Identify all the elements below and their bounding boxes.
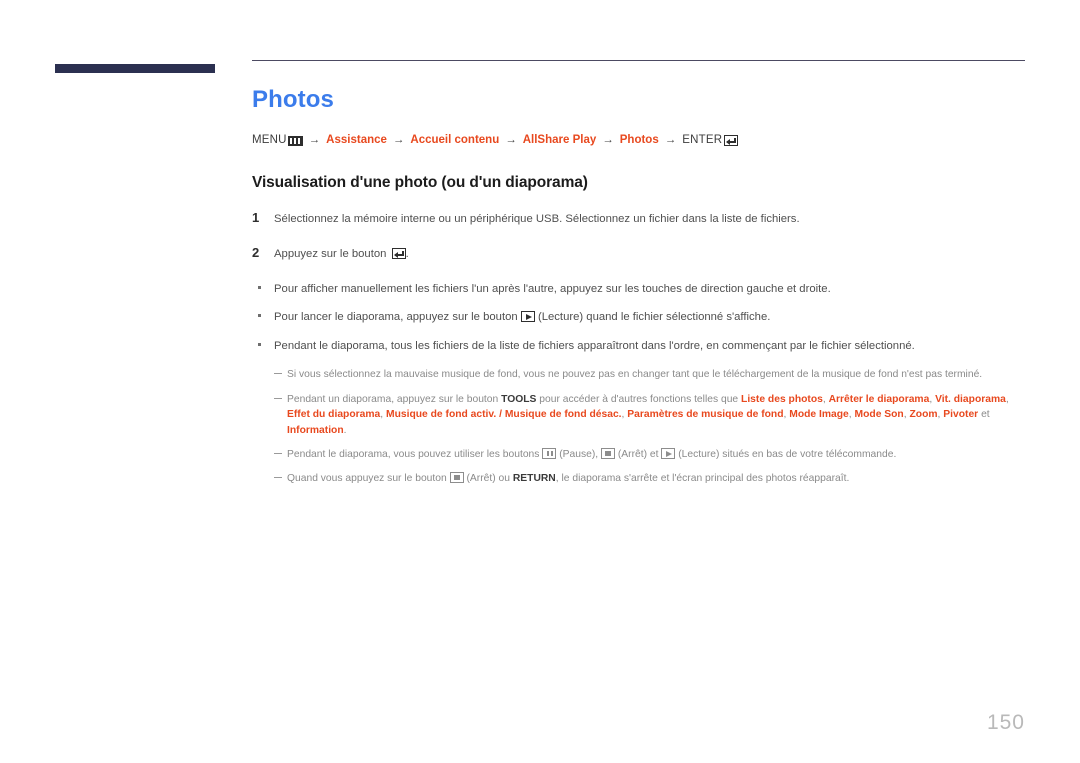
pause-icon [542, 447, 557, 459]
stop-icon [449, 472, 464, 484]
note-text-before: Pendant un diaporama, appuyez sur le bou… [287, 393, 499, 405]
note-option-parametres-de-musique-de-fond: Paramètres de musique de fond [627, 409, 784, 421]
note-item-music-download: Si vous sélectionnez la mauvaise musique… [274, 364, 1025, 382]
note-text-before: Pendant le diaporama, vous pouvez utilis… [287, 448, 540, 460]
note-option-zoom: Zoom [909, 409, 938, 421]
bullet-item: Pour afficher manuellement les fichiers … [252, 279, 1025, 297]
play-icon [520, 311, 535, 323]
note-option-information: Information [287, 424, 344, 436]
step-item: 1 Sélectionnez la mémoire interne ou un … [252, 210, 1025, 227]
step-number: 2 [252, 244, 260, 260]
bullet-marker-icon [252, 333, 274, 351]
note-conjunction: et [981, 409, 990, 421]
note-item-tools: Pendant un diaporama, appuyez sur le bou… [274, 389, 1025, 438]
note-option-musique-de-fond-activ-desac: Musique de fond activ. / Musique de fond… [386, 409, 622, 421]
page-content: Photos MENU → Assistance → Accueil conte… [252, 60, 1025, 493]
breadcrumb-menu-label: MENU [252, 134, 287, 147]
note-dash-icon [274, 468, 287, 486]
note-key-tools: TOOLS [501, 393, 537, 405]
note-item-return: Quand vous appuyez sur le bouton (Arrêt)… [274, 468, 1025, 486]
note-item-playback-buttons: Pendant le diaporama, vous pouvez utilis… [274, 444, 1025, 462]
corner-decoration-bar [55, 64, 215, 73]
note-text: Quand vous appuyez sur le bouton (Arrêt)… [287, 471, 849, 486]
bullet-marker-icon [252, 276, 274, 294]
bullet-item: Pendant le diaporama, tous les fichiers … [252, 336, 1025, 354]
note-text: Pendant un diaporama, appuyez sur le bou… [287, 393, 1009, 436]
steps-list: 1 Sélectionnez la mémoire interne ou un … [252, 210, 1025, 262]
breadcrumb-item-accueil-contenu[interactable]: Accueil contenu [410, 133, 499, 148]
stop-icon [600, 447, 615, 459]
note-option-mode-image: Mode Image [789, 409, 849, 421]
step-text-before: Appuyez sur le bouton [274, 247, 387, 260]
note-option-vit-diaporama: Vit. diaporama [935, 393, 1006, 405]
bullet-item: Pour lancer le diaporama, appuyez sur le… [252, 307, 1025, 325]
note-dash-icon [274, 444, 287, 462]
step-number: 1 [252, 210, 260, 226]
note-text-middle: (Arrêt) ou [466, 473, 510, 485]
breadcrumb-item-assistance[interactable]: Assistance [326, 133, 387, 148]
note-option-arreter-le-diaporama: Arrêter le diaporama [828, 393, 930, 405]
note-dash-icon [274, 364, 287, 382]
note-text: Pendant le diaporama, vous pouvez utilis… [287, 447, 896, 462]
note-label-stop: (Arrêt) et [617, 448, 659, 460]
bullet-text: Pendant le diaporama, tous les fichiers … [274, 339, 915, 352]
breadcrumb: MENU → Assistance → Accueil contenu → Al… [252, 133, 1025, 148]
menu-grid-icon [287, 135, 303, 146]
bullet-text-before: Pour lancer le diaporama, appuyez sur le… [274, 311, 518, 324]
step-item: 2 Appuyez sur le bouton . [252, 245, 1025, 262]
play-icon [661, 447, 676, 459]
note-option-pivoter: Pivoter [943, 409, 979, 421]
note-label-pause: (Pause), [559, 448, 599, 460]
bullet-text: Pour afficher manuellement les fichiers … [274, 283, 831, 296]
bullet-text-after: (Lecture) quand le fichier sélectionné s… [537, 311, 771, 324]
step-text: Appuyez sur le bouton . [274, 246, 409, 262]
note-text-middle: pour accéder à d'autres fonctions telles… [539, 393, 739, 405]
breadcrumb-arrow: → [602, 134, 614, 147]
notes-list: Si vous sélectionnez la mauvaise musique… [274, 364, 1025, 487]
note-text-after: , le diaporama s'arrête et l'écran princ… [555, 473, 850, 485]
breadcrumb-item-allshare-play[interactable]: AllShare Play [523, 133, 597, 148]
note-key-return: RETURN [512, 473, 556, 485]
enter-return-icon [391, 247, 406, 259]
step-text-after: . [405, 247, 409, 260]
note-option-mode-son: Mode Son [854, 409, 904, 421]
header-rule [252, 60, 1025, 61]
breadcrumb-arrow: → [308, 134, 321, 147]
bullet-text: Pour lancer le diaporama, appuyez sur le… [274, 309, 770, 325]
step-text: Sélectionnez la mémoire interne ou un pé… [274, 213, 800, 226]
bullet-marker-icon [252, 304, 274, 322]
breadcrumb-item-photos[interactable]: Photos [620, 133, 659, 148]
note-label-play: (Lecture) situés en bas de votre télécom… [678, 448, 897, 460]
note-option-liste-des-photos: Liste des photos [741, 393, 823, 405]
note-option-effet-du-diaporama: Effet du diaporama [287, 409, 381, 421]
note-text-after: . [343, 424, 347, 436]
section-heading: Visualisation d'une photo (ou d'un diapo… [252, 174, 588, 192]
breadcrumb-enter-label: ENTER [682, 134, 723, 147]
note-text: Si vous sélectionnez la mauvaise musique… [287, 369, 983, 381]
page-title: Photos [252, 86, 334, 113]
note-dash-icon [274, 389, 287, 407]
note-text-before: Quand vous appuyez sur le bouton [287, 473, 447, 485]
bullet-list: Pour afficher manuellement les fichiers … [252, 279, 1025, 354]
breadcrumb-arrow: → [392, 134, 405, 147]
breadcrumb-arrow: → [505, 134, 517, 147]
enter-return-icon [724, 135, 739, 147]
page-number: 150 [986, 711, 1025, 734]
breadcrumb-arrow: → [664, 134, 677, 147]
